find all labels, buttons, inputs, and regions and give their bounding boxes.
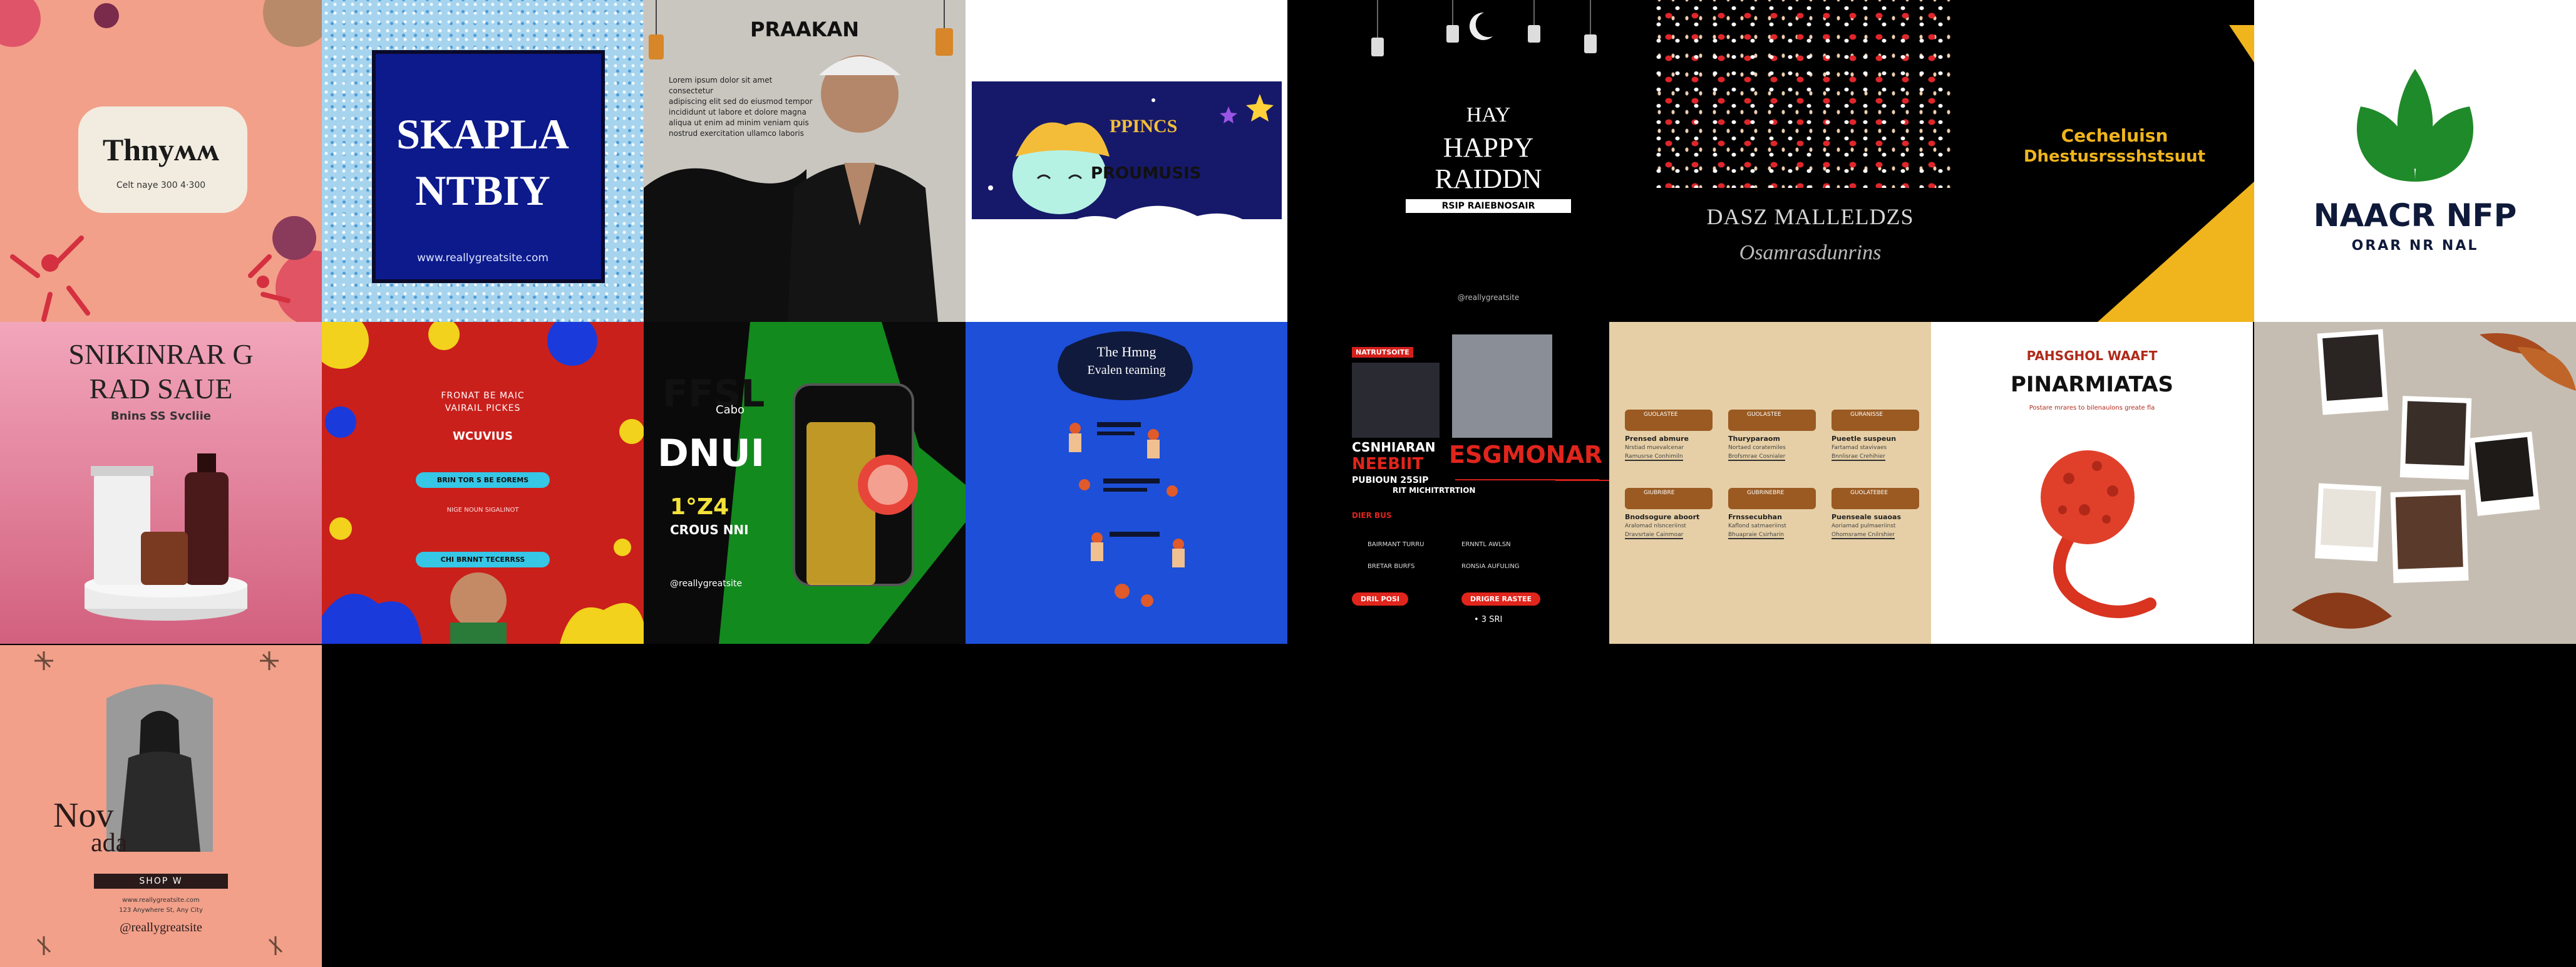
tile-13-heading-1: CSNHIARAN xyxy=(1352,440,1436,455)
template-tile-4[interactable]: PPINCS PROUMUSIS xyxy=(966,0,1287,322)
tile-17-info-1[interactable]: www.reallygreatsite.com xyxy=(0,897,322,904)
tile-8-title: NAACR NFP xyxy=(2313,197,2517,234)
tile-17-info-2: 123 Anywhere St, Any City xyxy=(119,907,203,914)
tile-6-lights xyxy=(1649,0,1971,188)
template-tile-14[interactable]: GUOLASTEE Prensed abmure Nrstiad muevalc… xyxy=(1609,322,1931,644)
template-tile-1[interactable]: Thnyʍʍ Celt naye 300 4·300 xyxy=(0,0,322,322)
tile-10-button-1[interactable]: BRIN TOR S BE EOREMS xyxy=(416,472,550,488)
tile-9-products xyxy=(85,453,247,621)
tile-5-footer[interactable]: @reallygreatsite xyxy=(1327,293,1649,302)
tile-16-collage xyxy=(2292,329,2576,629)
tile-14-card: GUOLASTEE Prensed abmure Nrstiad muevalc… xyxy=(1625,410,1713,461)
tile-10-line-2: VAIRAIL PICKES xyxy=(445,403,521,413)
tile-10-brand: WCUVIUS xyxy=(453,430,513,443)
tile-12-title-2: Evalen teaming xyxy=(1087,363,1166,377)
template-tile-17[interactable]: Nov ada SHOP W www.reallygreatsite.com 1… xyxy=(0,645,322,967)
tile-3-body: Lorem ipsum dolor sit amet consectetur a… xyxy=(669,76,813,138)
tile-11-url[interactable]: @reallygreatsite xyxy=(670,579,742,589)
tile-7-subtitle: Dhestusrssshstsuut xyxy=(2023,147,2206,166)
tile-2-title: SKAPLA xyxy=(396,110,569,158)
tile-13-item-2: ERNNTL AWLSN xyxy=(1461,541,1511,548)
tile-13-label: DIER BUS xyxy=(1352,511,1392,520)
tile-13-price: • 3 SRI xyxy=(1474,615,1503,624)
template-tile-16[interactable] xyxy=(2254,322,2576,644)
tile-14-card: GUBRINEBRE Frnssecubhan Kaflond satmaeri… xyxy=(1728,488,1816,539)
tile-14-card: GURANISSE Pueetle suspeun Fartamad stavi… xyxy=(1832,410,1919,461)
template-tile-6[interactable]: DASZ MALLELDZS Osamrasdunrins xyxy=(1649,0,1971,322)
template-tile-11[interactable]: FFSL Cabo DNUI 1°Z4 CROUS NNI @reallygre… xyxy=(644,322,966,644)
tile-13-photo-1 xyxy=(1352,363,1440,438)
tile-13-tag: NATRUTSOITE xyxy=(1352,347,1413,358)
tile-4-decor xyxy=(988,94,1274,269)
tile-13-heading-3: ESGMONAR xyxy=(1449,441,1603,468)
tile-1-title: Thnyʍʍ xyxy=(102,132,220,167)
template-tile-7[interactable]: Cecheluisn Dhestusrssshstsuut xyxy=(1954,0,2275,322)
tile-13-button-1[interactable]: DRIL POSI xyxy=(1352,592,1408,606)
tile-13-item-1: BAIRMANT TURRU xyxy=(1368,541,1425,548)
template-tile-2[interactable]: SKAPLA NTBIY www.reallygreatsite.com xyxy=(322,0,644,322)
tile-11-sub: Cabo xyxy=(716,403,745,416)
tile-3-decor xyxy=(644,0,953,322)
tile-14-card: GIUBRIBRE Bnodsogure aboort Aralomad nls… xyxy=(1625,488,1713,539)
template-tile-12[interactable]: The Hmng Evalen teaming xyxy=(966,322,1287,644)
template-tile-10[interactable]: FRONAT BE MAIC VAIRAIL PICKES WCUVIUS BR… xyxy=(322,322,644,644)
leaf-icon xyxy=(2356,69,2474,182)
tile-1-subtitle: Celt naye 300 4·300 xyxy=(116,180,206,190)
tile-13-item-4: RONSIA AUFULING xyxy=(1461,563,1520,570)
tile-5-title-3: RAIDDN xyxy=(1435,163,1542,194)
tile-11-title: FFSL xyxy=(662,372,765,416)
tile-3-title: PRAAKAN xyxy=(750,18,859,41)
tile-11-big: DNUI xyxy=(657,432,765,475)
template-tile-15[interactable]: PAHSGHOL WAAFT PINARMIATAS Postare mrare… xyxy=(1931,322,2253,644)
tile-14-card: GUOLASTEE Thuryparaom Nortaed coratemile… xyxy=(1728,410,1816,461)
tile-13-photo-2 xyxy=(1452,334,1552,438)
tile-12-title-1: The Hmng xyxy=(1096,344,1157,359)
tile-2-title-2: NTBIY xyxy=(415,167,550,214)
tile-13-date: PUBIOUN 25SIP xyxy=(1352,475,1429,485)
tile-2-url[interactable]: www.reallygreatsite.com xyxy=(322,252,644,264)
tile-5-title-2: HAPPY xyxy=(1443,132,1534,163)
tile-11-promo: CROUS NNI xyxy=(670,522,749,537)
tile-13-heading-2: NEEBIIT xyxy=(1352,455,1424,473)
template-tile-5[interactable]: HAY HAPPY RAIDDN RSIP RAIEBNOSAIR @reall… xyxy=(1327,0,1649,322)
tile-8-subtitle: ORAR NR NAL xyxy=(2351,238,2479,254)
tile-5-tag: RSIP RAIEBNOSAIR xyxy=(1406,199,1571,213)
tile-6-subtitle: Osamrasdunrins xyxy=(1739,241,1882,264)
toy-ball-icon xyxy=(2041,450,2156,618)
tile-14-card: GUOLATEBEE Puenseale suaoas Aoriamad pul… xyxy=(1832,488,1919,539)
tile-10-small-text: NIGE NOUN SIGALINOT xyxy=(446,507,519,514)
tile-13-item-3: BRETAR BURFS xyxy=(1368,563,1415,570)
tile-13-section: RIT MICHITRTRTION xyxy=(1393,486,1476,495)
tile-11-price: 1°Z4 xyxy=(670,494,729,520)
template-tile-8[interactable]: NAACR NFP ORAR NR NAL xyxy=(2254,0,2576,322)
tile-17-title-2: ada xyxy=(91,829,128,857)
tile-6-title: DASZ MALLELDZS xyxy=(1706,204,1914,229)
tile-5-title-1: HAY xyxy=(1466,103,1511,127)
tile-4-subtitle: PROUMUSIS xyxy=(1091,164,1202,183)
template-tile-9[interactable]: SNIKINRAR G RAD SAUE Bnins SS Svcliie xyxy=(0,322,322,644)
tile-10-button-2[interactable]: CHI BRNNT TECERRSS xyxy=(416,552,550,567)
tile-17-handle[interactable]: @reallygreatsite xyxy=(0,921,322,935)
tile-11-decor xyxy=(644,322,966,644)
tile-10-line-1: FRONAT BE MAIC xyxy=(441,391,525,401)
tile-13-button-2[interactable]: DRIGRE RASTEE xyxy=(1461,592,1540,606)
template-tile-3[interactable]: PRAAKAN Lorem ipsum dolor sit amet conse… xyxy=(644,0,966,322)
tile-17-shop-button[interactable]: SHOP W xyxy=(94,874,228,889)
tile-7-title: Cecheluisn xyxy=(2061,125,2168,146)
tile-17-decor xyxy=(34,651,283,955)
tile-4-title: PPINCS xyxy=(1110,116,1178,137)
